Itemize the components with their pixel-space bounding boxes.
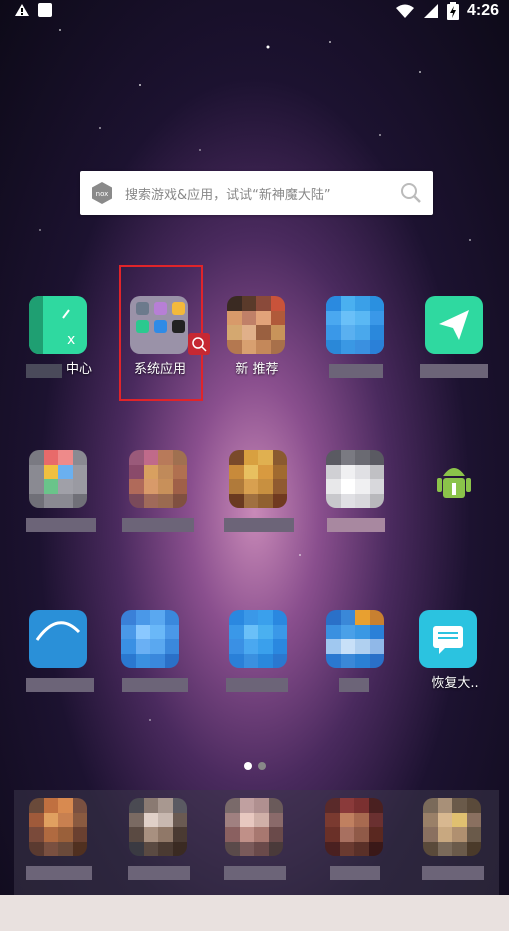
app-row2-1-icon [29, 450, 87, 508]
app-row3-3[interactable] [214, 610, 304, 710]
app-new-recommend[interactable]: 新 推荐 [212, 296, 302, 396]
dock-app-3-icon [225, 798, 283, 856]
svg-text:x: x [67, 332, 75, 348]
notification-square-icon [38, 3, 52, 17]
status-bar: 4:26 [0, 0, 509, 24]
search-badge [188, 333, 210, 355]
app-send[interactable] [410, 296, 500, 396]
app-row3-4-icon [326, 610, 384, 668]
dock-app-5-icon [423, 798, 481, 856]
dock-app-1-icon [29, 798, 87, 856]
wifi-icon [395, 4, 414, 18]
svg-text:nox: nox [96, 190, 109, 198]
app-restore[interactable]: 恢复大.. [404, 610, 494, 710]
app-row3-1[interactable] [14, 610, 104, 710]
app-blue-icon [326, 296, 384, 354]
warning-icon [15, 4, 29, 16]
chat-icon [419, 610, 477, 668]
nox-logo-icon: nox [92, 182, 112, 204]
android-icon [425, 450, 483, 508]
search-bar[interactable]: nox 搜索游戏&应用，试试“新神魔大陆” [80, 171, 433, 215]
page-dot[interactable] [258, 762, 266, 770]
app-center-label: 中心 [65, 362, 92, 377]
search-icon[interactable] [399, 181, 423, 205]
app-row2-1[interactable] [14, 450, 104, 550]
app-new-recommend-label: 新 推荐 [235, 362, 279, 377]
app-new-recommend-icon [227, 296, 285, 354]
page-dot-active[interactable] [244, 762, 252, 770]
app-row2-2-icon [129, 450, 187, 508]
app-row2-3-icon [229, 450, 287, 508]
app-row2-2[interactable] [114, 450, 204, 550]
send-icon [425, 296, 483, 354]
dock [14, 790, 499, 895]
dock-app-1[interactable] [14, 798, 104, 898]
app-row3-3-icon [229, 610, 287, 668]
signal-icon [423, 4, 438, 18]
search-placeholder: 搜索游戏&应用，试试“新神魔大陆” [125, 188, 331, 203]
dock-app-4-icon [325, 798, 383, 856]
app-center[interactable]: x 中心 [14, 296, 104, 396]
bottom-bar [0, 895, 509, 931]
app-row3-4[interactable] [311, 610, 401, 710]
app-restore-label: 恢复大.. [431, 676, 479, 691]
dock-app-4[interactable] [310, 798, 400, 898]
app-row2-4[interactable] [311, 450, 401, 550]
app-center-icon: x [29, 296, 87, 354]
app-android[interactable] [410, 450, 500, 550]
dock-app-5[interactable] [408, 798, 498, 898]
app-row3-1-icon [29, 610, 87, 668]
status-time: 4:26 [466, 2, 499, 19]
app-row2-3[interactable] [214, 450, 304, 550]
dock-app-2-icon [129, 798, 187, 856]
dock-app-2[interactable] [114, 798, 204, 898]
app-row3-2-icon [121, 610, 179, 668]
app-blue[interactable] [311, 296, 401, 396]
battery-charging-icon [446, 2, 459, 20]
dock-app-3[interactable] [210, 798, 300, 898]
app-row2-4-icon [326, 450, 384, 508]
app-row3-2[interactable] [106, 610, 196, 710]
